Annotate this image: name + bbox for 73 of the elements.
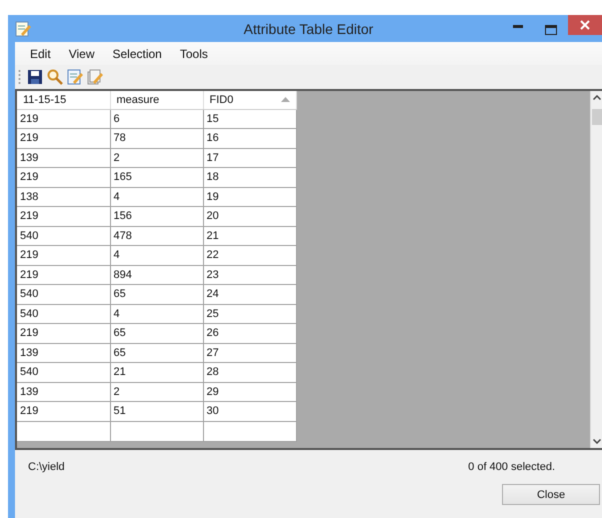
table-cell: 65 xyxy=(110,343,203,362)
column-header[interactable]: FID0 xyxy=(203,91,296,109)
table-cell: 219 xyxy=(17,128,110,148)
menu-item[interactable]: Tools xyxy=(170,46,217,60)
table-cell: 165 xyxy=(110,168,203,187)
notepad-pencil-icon[interactable] xyxy=(67,69,83,85)
table-cell: 139 xyxy=(17,148,110,168)
close-icon xyxy=(580,20,590,30)
minimize-icon[interactable] xyxy=(513,25,523,29)
table-cell: 540 xyxy=(17,226,110,246)
pages-pencil-icon[interactable] xyxy=(87,69,103,85)
menu-item[interactable]: Selection xyxy=(103,46,171,60)
table-cell: 26 xyxy=(203,324,296,343)
window-title: Attribute Table Editor xyxy=(244,21,374,37)
table-cell: 28 xyxy=(203,362,296,382)
scroll-down-icon[interactable] xyxy=(592,439,600,444)
table-cell: 219 xyxy=(17,402,110,421)
table-cell: 219 xyxy=(17,324,110,343)
close-button[interactable]: Close xyxy=(502,484,600,505)
file-path: C:\yield xyxy=(28,461,65,473)
table-cell: 139 xyxy=(17,382,110,402)
selection-count: 0 of 400 selected. xyxy=(468,461,555,473)
sort-arrow-icon xyxy=(280,97,290,102)
table-cell: 21 xyxy=(110,362,203,382)
column-header[interactable]: measure xyxy=(110,91,203,109)
save-icon[interactable] xyxy=(27,69,43,85)
table-cell: 29 xyxy=(203,382,296,402)
table-cell: 2 xyxy=(110,382,203,402)
table-cell: 15 xyxy=(203,109,296,128)
notepad-pencil-icon xyxy=(15,20,31,36)
scrollbar[interactable] xyxy=(590,91,602,448)
table-cell: 219 xyxy=(17,246,110,265)
scroll-up-icon[interactable] xyxy=(592,95,600,100)
toolbar-grip-icon xyxy=(18,69,21,85)
table-cell: 540 xyxy=(17,284,110,304)
table-cell: 6 xyxy=(110,109,203,128)
table-cell: 156 xyxy=(110,206,203,226)
table-cell: 4 xyxy=(110,304,203,324)
table-cell: 20 xyxy=(203,206,296,226)
table-cell: 17 xyxy=(203,148,296,168)
table-cell: 2 xyxy=(110,148,203,168)
table-cell: 4 xyxy=(110,246,203,265)
maximize-icon[interactable] xyxy=(545,25,557,35)
table-cell: 540 xyxy=(17,362,110,382)
table-cell: 18 xyxy=(203,168,296,187)
table-cell: 4 xyxy=(110,187,203,206)
close-button[interactable] xyxy=(568,15,602,35)
table-cell: 23 xyxy=(203,265,296,284)
table-cell: 139 xyxy=(17,343,110,362)
menu-item[interactable]: Edit xyxy=(21,46,60,60)
table-cell: 138 xyxy=(17,187,110,206)
table-cell: 19 xyxy=(203,187,296,206)
table-cell: 51 xyxy=(110,402,203,421)
table-cell: 219 xyxy=(17,109,110,128)
table-cell: 25 xyxy=(203,304,296,324)
table-cell: 22 xyxy=(203,246,296,265)
table-cell: 540 xyxy=(17,304,110,324)
table-cell: 78 xyxy=(110,128,203,148)
table-cell: 65 xyxy=(110,284,203,304)
column-header[interactable]: 11-15-15 xyxy=(17,91,110,109)
menu-item[interactable]: View xyxy=(60,46,104,60)
table-cell: 24 xyxy=(203,284,296,304)
table-cell: 21 xyxy=(203,226,296,246)
table-cell: 27 xyxy=(203,343,296,362)
table-cell: 30 xyxy=(203,402,296,421)
table-cell: 219 xyxy=(17,265,110,284)
table-cell: 219 xyxy=(17,206,110,226)
table-cell: 16 xyxy=(203,128,296,148)
table-cell: 478 xyxy=(110,226,203,246)
scroll-thumb[interactable] xyxy=(592,109,602,125)
table-cell: 894 xyxy=(110,265,203,284)
table-cell: 65 xyxy=(110,324,203,343)
table-cell: 219 xyxy=(17,168,110,187)
